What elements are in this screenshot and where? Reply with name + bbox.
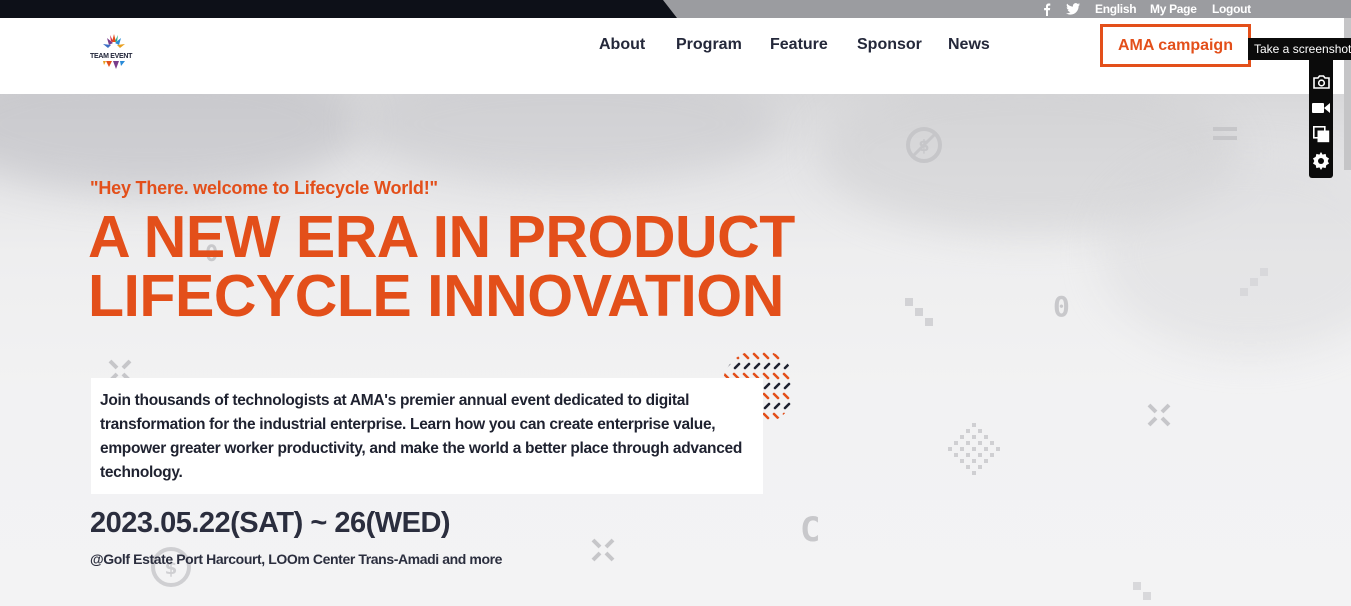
facebook-icon[interactable] <box>1043 0 1051 18</box>
screenshot-tooltip: Take a screenshot <box>1248 38 1351 60</box>
hero-tagline: "Hey There. welcome to Lifecycle World!" <box>90 178 438 198</box>
ama-campaign-button[interactable]: AMA campaign <box>1100 24 1251 67</box>
pixel-steps-icon <box>905 298 933 326</box>
language-link[interactable]: English <box>1095 0 1137 18</box>
nav-about[interactable]: About <box>599 36 645 54</box>
event-venue: @Golf Estate Port Harcourt, LOOm Center … <box>90 551 503 567</box>
dollar-coin-icon: $ <box>906 127 942 163</box>
diamond-dots-icon <box>948 423 1000 475</box>
logout-link[interactable]: Logout <box>1212 0 1251 18</box>
hero-headline-line-1: A NEW ERA IN PRODUCT <box>88 204 795 270</box>
nav-feature[interactable]: Feature <box>770 36 828 54</box>
x-mark-icon <box>1147 403 1171 427</box>
logo-text: TEAM EVENT <box>90 53 133 60</box>
equals-icon <box>1213 127 1237 140</box>
screenshot-toolbar <box>1309 60 1333 178</box>
copy-icon[interactable] <box>1311 124 1331 144</box>
zero-glyph: 0 <box>1053 290 1070 323</box>
nav-program[interactable]: Program <box>676 36 742 54</box>
x-mark-icon <box>591 538 615 562</box>
hero-description: Join thousands of technologists at AMA's… <box>91 378 763 494</box>
team-event-logo[interactable]: TEAM EVENT <box>90 32 140 72</box>
settings-icon[interactable] <box>1311 151 1331 171</box>
hero-headline: A NEW ERA IN PRODUCT LIFECYCLE INNOVATIO… <box>88 208 795 326</box>
pixel-steps-icon <box>1240 268 1268 296</box>
nav-sponsor[interactable]: Sponsor <box>857 36 922 54</box>
video-icon[interactable] <box>1311 98 1331 118</box>
camera-icon[interactable] <box>1311 72 1331 92</box>
my-page-link[interactable]: My Page <box>1150 0 1197 18</box>
pixel-steps-icon <box>1133 582 1151 600</box>
twitter-icon[interactable] <box>1066 0 1080 18</box>
nav-news[interactable]: News <box>948 36 990 54</box>
site-header: TEAM EVENT About Program Feature Sponsor… <box>0 18 1351 94</box>
hero-headline-line-2: LIFECYCLE INNOVATION <box>88 263 784 329</box>
c-glyph: C <box>800 510 821 550</box>
event-date: 2023.05.22(SAT) ~ 26(WED) <box>90 507 451 539</box>
